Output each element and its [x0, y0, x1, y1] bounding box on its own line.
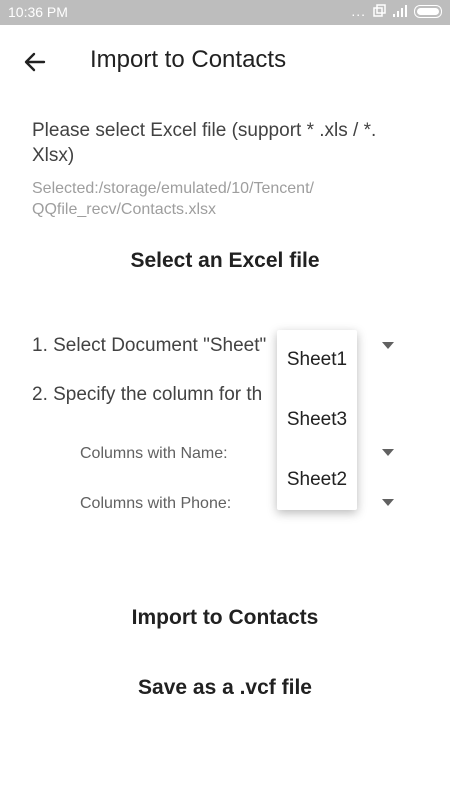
save-vcf-button[interactable]: Save as a .vcf file	[0, 676, 450, 700]
select-excel-button[interactable]: Select an Excel file	[0, 249, 450, 273]
back-arrow-icon[interactable]	[18, 45, 52, 79]
sheet-dropdown-menu: Sheet1 Sheet3 Sheet2	[277, 330, 357, 510]
status-bar: 10:36 PM ...	[0, 0, 450, 25]
name-column-label: Columns with Name:	[80, 445, 228, 462]
sync-icon	[373, 4, 386, 17]
sheet-option[interactable]: Sheet3	[277, 390, 357, 450]
name-column-caret-icon[interactable]	[382, 449, 394, 456]
file-type-hint: Please select Excel file (support * .xls…	[32, 120, 377, 166]
sheet-option[interactable]: Sheet2	[277, 450, 357, 510]
phone-column-label: Columns with Phone:	[80, 495, 232, 512]
sheet-dropdown-caret-icon[interactable]	[382, 342, 394, 349]
page-title: Import to Contacts	[90, 46, 287, 73]
import-contacts-button[interactable]: Import to Contacts	[0, 606, 450, 630]
specify-columns-text: 2. Specify the column for th	[32, 384, 263, 405]
status-time: 10:36 PM	[8, 4, 68, 20]
more-indicator: ...	[351, 3, 366, 19]
select-sheet-label: 1. Select Document "Sheet"	[32, 335, 267, 356]
app-bar: Import to Contacts	[0, 25, 450, 97]
status-icons: ...	[351, 3, 442, 19]
phone-column-caret-icon[interactable]	[382, 499, 394, 506]
selected-file-path: Selected:/storage/emulated/10/Tencent/ Q…	[32, 180, 314, 218]
sheet-option[interactable]: Sheet1	[277, 330, 357, 390]
battery-icon	[414, 4, 442, 18]
signal-icon	[393, 5, 407, 17]
